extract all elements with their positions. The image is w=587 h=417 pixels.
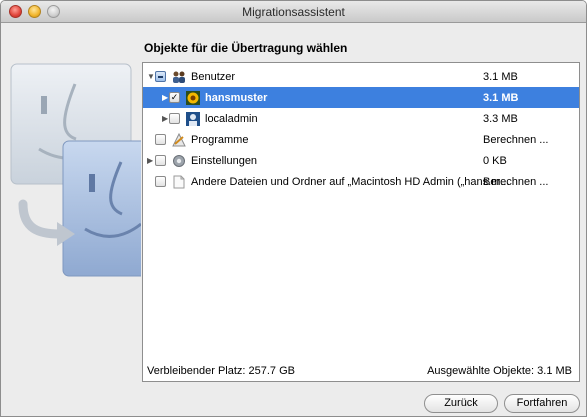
checkbox-einstellungen[interactable] <box>155 155 166 166</box>
migration-assistant-window: Migrationsassistent Objekte für die Über… <box>0 0 587 417</box>
item-size: 3.1 MB <box>483 91 519 104</box>
item-size: Berechnen ... <box>483 133 549 146</box>
list-item-benutzer[interactable]: ▼ Benutzer 3.1 MB <box>143 66 579 87</box>
user-admin-icon <box>186 111 200 126</box>
window-title: Migrationsassistent <box>242 5 345 19</box>
document-icon <box>173 175 185 188</box>
page-heading: Objekte für die Übertragung wählen <box>144 41 348 55</box>
user-sunflower-icon <box>186 90 200 105</box>
item-size: 0 KB <box>483 154 507 167</box>
list-item-localadmin[interactable]: ▶ localadmin 3.3 MB <box>143 108 579 129</box>
disclosure-triangle-right-icon[interactable]: ▶ <box>147 156 155 166</box>
continue-button[interactable]: Fortfahren <box>504 394 580 413</box>
item-size: 3.1 MB <box>483 70 518 83</box>
item-label: Einstellungen <box>191 154 258 167</box>
checkbox-andere-dateien[interactable] <box>155 176 166 187</box>
title-bar: Migrationsassistent <box>1 1 586 23</box>
back-button[interactable]: Zurück <box>424 394 498 413</box>
disclosure-triangle-down-icon[interactable]: ▼ <box>147 72 155 82</box>
checkbox-localadmin[interactable] <box>169 113 180 124</box>
list-item-hansmuster[interactable]: ▶ ✓ hansmuster 3.1 MB <box>143 87 579 108</box>
list-item-programme[interactable]: Programme Berechnen ... <box>143 129 579 150</box>
checkbox-benutzer[interactable] <box>155 71 166 82</box>
list-item-andere-dateien[interactable]: Andere Dateien und Ordner auf „Macintosh… <box>143 171 579 192</box>
selected-objects-label: Ausgewählte Objekte: 3.1 MB <box>427 365 572 377</box>
checkbox-hansmuster[interactable]: ✓ <box>169 92 180 103</box>
item-label: Programme <box>191 133 249 146</box>
checkbox-programme[interactable] <box>155 134 166 145</box>
gear-icon <box>173 154 185 167</box>
migration-illustration <box>10 63 141 277</box>
applications-icon <box>172 132 186 146</box>
item-label: Andere Dateien und Ordner auf „Macintosh… <box>191 175 510 188</box>
remaining-space-label: Verbleibender Platz: 257.7 GB <box>147 365 295 377</box>
users-group-icon <box>173 71 185 83</box>
list-item-einstellungen[interactable]: ▶ Einstellungen 0 KB <box>143 150 579 171</box>
item-size: 3.3 MB <box>483 112 518 125</box>
item-size: Berechnen ... <box>483 175 549 188</box>
transfer-items-list[interactable]: ▼ Benutzer 3.1 MB ▶ ✓ hansmuster 3.1 MB … <box>142 62 580 382</box>
item-label: localadmin <box>205 112 258 125</box>
item-label: Benutzer <box>191 70 236 83</box>
item-label: hansmuster <box>205 91 268 104</box>
